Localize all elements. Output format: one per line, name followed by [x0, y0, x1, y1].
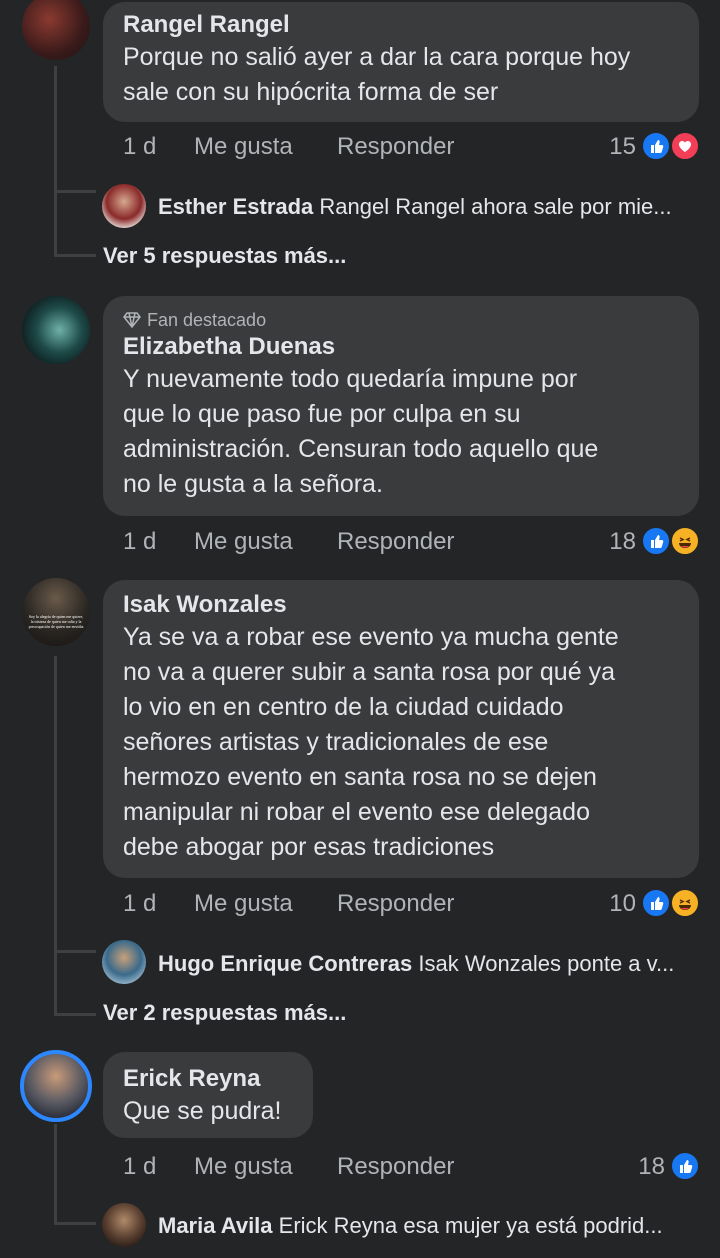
- reply-button[interactable]: Responder: [337, 1153, 454, 1181]
- comment-author[interactable]: Elizabetha Duenas: [123, 332, 679, 362]
- reaction-count[interactable]: 18: [596, 528, 636, 556]
- like-button[interactable]: Me gusta: [194, 1153, 293, 1181]
- thread-branch: [54, 1013, 96, 1016]
- comment-text: Ya se va a robar ese evento ya mucha gen…: [123, 623, 619, 861]
- haha-reaction-icon: [670, 526, 700, 556]
- reaction-count[interactable]: 18: [625, 1153, 665, 1181]
- like-button[interactable]: Me gusta: [194, 528, 293, 556]
- like-reaction-icon: [670, 1151, 700, 1181]
- reply-preview[interactable]: Hugo Enrique Contreras Isak Wonzales pon…: [158, 951, 674, 977]
- reply-text: Rangel Rangel ahora sale por mie...: [319, 194, 672, 219]
- like-button[interactable]: Me gusta: [194, 890, 293, 918]
- thread-branch: [54, 190, 96, 193]
- avatar-rangel-rangel[interactable]: [22, 0, 90, 60]
- thread-branch: [54, 254, 96, 257]
- reply-text: Isak Wonzales ponte a v...: [418, 951, 675, 976]
- thread-line: [54, 66, 57, 256]
- comment-time[interactable]: 1 d: [123, 133, 156, 161]
- reply-button[interactable]: Responder: [337, 528, 454, 556]
- like-reaction-icon: [641, 131, 671, 161]
- avatar-esther-estrada[interactable]: [102, 184, 146, 228]
- reply-text: Erick Reyna esa mujer ya está podrid...: [278, 1213, 663, 1238]
- reply-author: Hugo Enrique Contreras: [158, 951, 413, 976]
- thread-branch: [54, 950, 96, 953]
- view-more-replies-link[interactable]: Ver 5 respuestas más...: [103, 243, 346, 269]
- comment-time[interactable]: 1 d: [123, 1153, 156, 1181]
- comment-author[interactable]: Isak Wonzales: [123, 590, 679, 620]
- reply-author: Esther Estrada: [158, 194, 314, 219]
- reply-author: Maria Avila: [158, 1213, 273, 1238]
- thread-line: [54, 1124, 57, 1224]
- reply-preview[interactable]: Esther Estrada Rangel Rangel ahora sale …: [158, 194, 672, 220]
- reply-button[interactable]: Responder: [337, 133, 454, 161]
- avatar-maria-avila[interactable]: [102, 1203, 146, 1247]
- comment-text: Que se pudra!: [123, 1097, 282, 1125]
- diamond-icon: [123, 312, 141, 328]
- comment-bubble: Rangel Rangel Porque no salió ayer a dar…: [103, 2, 699, 122]
- view-more-replies-link[interactable]: Ver 2 respuestas más...: [103, 1000, 346, 1026]
- avatar-erick-reyna[interactable]: [20, 1050, 92, 1122]
- comment-text: Porque no salió ayer a dar la cara porqu…: [123, 43, 631, 106]
- reaction-count[interactable]: 15: [596, 133, 636, 161]
- comment-bubble: Isak Wonzales Ya se va a robar ese event…: [103, 580, 699, 878]
- like-reaction-icon: [641, 888, 671, 918]
- thread-line: [54, 656, 57, 1016]
- haha-reaction-icon: [670, 888, 700, 918]
- avatar-isak-wonzales[interactable]: Soy la alegría de quien me quiere, la tr…: [22, 578, 90, 646]
- avatar-elizabetha-duenas[interactable]: [22, 296, 90, 364]
- avatar-hugo-enrique-contreras[interactable]: [102, 940, 146, 984]
- comment-time[interactable]: 1 d: [123, 528, 156, 556]
- comment-author[interactable]: Erick Reyna: [123, 1064, 293, 1094]
- comment-bubble: Erick Reyna Que se pudra!: [103, 1052, 313, 1138]
- comment-author[interactable]: Rangel Rangel: [123, 10, 679, 40]
- thread-branch: [54, 1222, 96, 1225]
- comment-bubble: Fan destacado Elizabetha Duenas Y nuevam…: [103, 296, 699, 516]
- love-reaction-icon: [670, 131, 700, 161]
- badge-label: Fan destacado: [147, 310, 267, 330]
- reply-preview[interactable]: Maria Avila Erick Reyna esa mujer ya est…: [158, 1213, 663, 1239]
- avatar-caption: Soy la alegría de quien me quiere, la tr…: [28, 614, 84, 629]
- top-fan-badge[interactable]: Fan destacado: [123, 308, 679, 332]
- reaction-count[interactable]: 10: [596, 890, 636, 918]
- like-reaction-icon: [641, 526, 671, 556]
- comment-time[interactable]: 1 d: [123, 890, 156, 918]
- reply-button[interactable]: Responder: [337, 890, 454, 918]
- comment-text: Y nuevamente todo quedaría impune por qu…: [123, 365, 599, 498]
- like-button[interactable]: Me gusta: [194, 133, 293, 161]
